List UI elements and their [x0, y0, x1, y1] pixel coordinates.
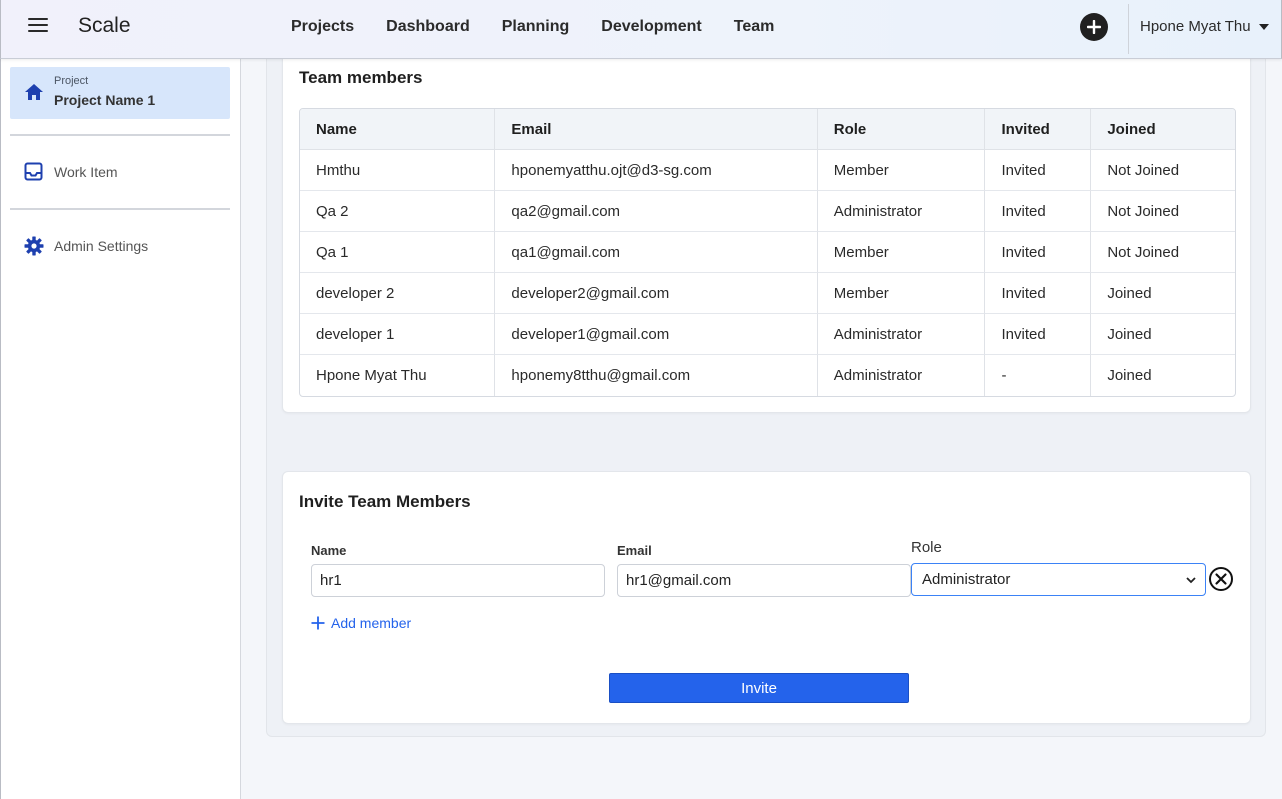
cell-invited: Invited: [985, 273, 1092, 314]
plus-icon: [311, 616, 325, 630]
add-member-label: Add member: [331, 615, 412, 631]
add-member-link[interactable]: Add member: [311, 615, 411, 631]
nav-team[interactable]: Team: [718, 18, 791, 36]
cell-email: hponemy8tthu@gmail.com: [495, 355, 818, 396]
sidebar-item-project[interactable]: Project Project Name 1: [10, 67, 230, 119]
cell-email: hponemyatthu.ojt@d3-sg.com: [495, 150, 818, 191]
caret-down-icon: [1258, 23, 1269, 30]
sidebar-item-label: Work Item: [54, 164, 118, 180]
cell-joined: Joined: [1107, 367, 1152, 384]
remove-row-icon[interactable]: [1208, 566, 1234, 592]
column-header-role: Role: [817, 109, 986, 150]
project-name: Project Name 1: [54, 92, 156, 108]
chevron-down-icon: [1185, 573, 1197, 590]
cell-role: Administrator: [817, 191, 986, 232]
role-label: Role: [911, 539, 942, 556]
cell-role: Member: [817, 232, 986, 273]
cell-joined: Not Joined: [1091, 150, 1235, 191]
cell-email: qa1@gmail.com: [495, 232, 818, 273]
table-row: Qa 2 qa2@gmail.com Administrator Invited…: [300, 191, 1235, 232]
nav-development[interactable]: Development: [585, 18, 717, 36]
invite-title: Invite Team Members: [299, 492, 471, 511]
sidebar-item-label: Admin Settings: [54, 238, 149, 254]
cell-name: Qa 2: [300, 191, 496, 232]
cell-invited: Invited: [985, 191, 1092, 232]
top-navbar: Scale Projects Dashboard Planning Develo…: [0, 0, 1282, 59]
home-icon: [24, 83, 44, 106]
sidebar-item-work-item[interactable]: Work Item: [10, 152, 230, 192]
cell-joined: Joined: [1091, 273, 1235, 314]
cell-invited: -: [985, 355, 1092, 396]
nav-projects[interactable]: Projects: [275, 18, 370, 36]
cell-name: Hmthu: [300, 150, 496, 191]
table-row: developer 1 developer1@gmail.com Adminis…: [300, 314, 1235, 355]
nav-planning[interactable]: Planning: [486, 18, 586, 36]
cell-invited: Invited: [985, 314, 1092, 355]
table-header-row: Name Email Role Invited Joined: [300, 109, 1235, 150]
header-divider: [1128, 4, 1129, 54]
inbox-icon: [24, 162, 43, 186]
column-header-name: Name: [300, 109, 496, 150]
role-selected-value: Administrator: [922, 571, 1011, 588]
sidebar-item-admin-settings[interactable]: Admin Settings: [10, 226, 230, 266]
cell-email: developer1@gmail.com: [495, 314, 818, 355]
cell-joined: Joined: [1091, 314, 1235, 355]
cell-name: developer 2: [300, 273, 496, 314]
user-menu[interactable]: Hpone Myat Thu: [1140, 18, 1269, 35]
column-header-joined: Joined: [1091, 109, 1235, 150]
create-plus-icon[interactable]: [1080, 13, 1108, 41]
table-row: Hmthu hponemyatthu.ojt@d3-sg.com Member …: [300, 150, 1235, 191]
brand-logo[interactable]: Scale: [78, 14, 131, 38]
cell-email: qa2@gmail.com: [495, 191, 818, 232]
user-name: Hpone Myat Thu: [1140, 18, 1251, 35]
cell-invited: Invited: [985, 232, 1092, 273]
role-select[interactable]: Administrator: [911, 563, 1206, 596]
team-members-card: Team members Name Email Role Invited Joi…: [282, 52, 1251, 413]
cell-role: Administrator: [817, 314, 986, 355]
team-members-table: Name Email Role Invited Joined Hmthu hpo…: [299, 108, 1236, 397]
cell-joined: Not Joined: [1091, 191, 1235, 232]
sidebar: Project Project Name 1 Work Item Admin S…: [0, 59, 241, 799]
invite-card: Invite Team Members Name Email Role Admi…: [282, 471, 1251, 724]
main-nav: Projects Dashboard Planning Development …: [275, 0, 790, 54]
name-input[interactable]: [311, 564, 605, 597]
name-label: Name: [311, 543, 347, 558]
cell-invited: Invited: [985, 150, 1092, 191]
team-members-title: Team members: [299, 68, 423, 87]
cell-name: Hpone Myat Thu: [300, 355, 496, 396]
cell-role: Member: [817, 273, 986, 314]
table-row: developer 2 developer2@gmail.com Member …: [300, 273, 1235, 314]
sidebar-divider: [10, 134, 230, 136]
table-row: Qa 1 qa1@gmail.com Member Invited Not Jo…: [300, 232, 1235, 273]
cell-name: developer 1: [300, 314, 496, 355]
gear-icon: [24, 236, 44, 261]
nav-dashboard[interactable]: Dashboard: [370, 18, 486, 36]
cell-role: Member: [817, 150, 986, 191]
email-label: Email: [617, 543, 652, 558]
hamburger-menu-icon[interactable]: [28, 18, 48, 34]
column-header-email: Email: [495, 109, 818, 150]
cell-role: Administrator: [818, 355, 986, 396]
column-header-invited: Invited: [985, 109, 1092, 150]
sidebar-divider: [10, 208, 230, 210]
project-caption: Project: [54, 75, 89, 87]
cell-joined: Not Joined: [1091, 232, 1235, 273]
cell-name: Qa 1: [300, 232, 496, 273]
table-row: Hpone Myat Thu hponemy8tthu@gmail.com Ad…: [300, 355, 1235, 396]
cell-email: developer2@gmail.com: [495, 273, 818, 314]
invite-button[interactable]: Invite: [609, 673, 909, 703]
email-input[interactable]: [617, 564, 911, 597]
